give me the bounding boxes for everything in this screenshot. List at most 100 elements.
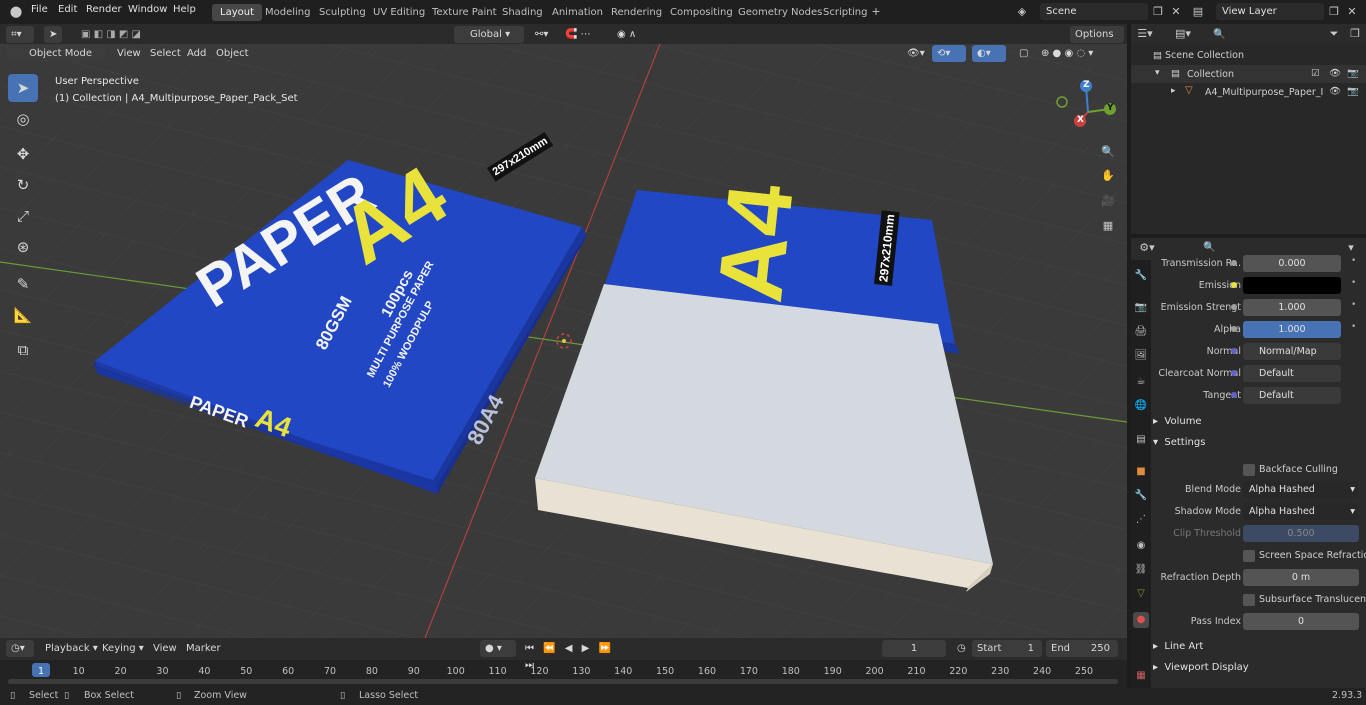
xray-icon[interactable]: ▢ — [1014, 45, 1032, 62]
outliner-search-input[interactable]: 🔍 — [1207, 26, 1319, 43]
playback-controls[interactable]: ⏮ ⏪ ◀ ▶ ⏩ ⏭ — [520, 640, 630, 671]
ssr-row[interactable]: Screen Space Refraction — [1151, 546, 1366, 566]
collection-row[interactable]: ▾ ▤ Collection ☑ 👁 📷 — [1131, 65, 1366, 83]
select-box-icon[interactable]: ➤ — [8, 74, 38, 102]
sss-row[interactable]: Subsurface Translucency — [1151, 590, 1366, 610]
material-prop-field[interactable]: 1.000 — [1231, 321, 1341, 338]
socket-dot-icon[interactable] — [1231, 370, 1237, 376]
filter-icon[interactable]: ⏷ — [1326, 26, 1342, 42]
add-workspace-icon[interactable]: + — [868, 4, 884, 20]
clock-icon[interactable]: ◷ — [952, 640, 970, 657]
copy-view-layer-icon[interactable]: ❐ — [1326, 4, 1342, 20]
keyframe-dot-icon[interactable]: • — [1351, 256, 1356, 266]
object-eye-icon[interactable]: 👁 — [1329, 86, 1341, 97]
current-frame-field[interactable]: 1 — [882, 640, 946, 657]
tab-texture-paint[interactable]: Texture Paint — [424, 4, 505, 21]
tab-rendering[interactable]: Rendering — [603, 4, 670, 21]
modifier-tab-icon[interactable]: 🔧 — [1133, 488, 1149, 504]
annotate-tool-icon[interactable]: ✎ — [8, 270, 38, 298]
socket-dot-icon[interactable] — [1231, 260, 1237, 266]
volume-section[interactable]: ▸ Volume — [1153, 416, 1202, 427]
tool-select-icon[interactable]: ➤ — [44, 26, 62, 43]
tab-uv-editing[interactable]: UV Editing — [365, 4, 433, 21]
tab-shading[interactable]: Shading — [494, 4, 551, 21]
menu-select[interactable]: Select — [145, 45, 186, 62]
menu-file[interactable]: File — [31, 4, 48, 15]
visibility-icon[interactable]: 👁▾ — [902, 45, 930, 62]
refraction-depth-field[interactable]: 0 m — [1243, 569, 1359, 586]
menu-object[interactable]: Object — [211, 45, 254, 62]
scene-field[interactable]: Scene — [1040, 3, 1148, 20]
output-tab-icon[interactable]: 🖨 — [1133, 324, 1149, 340]
tab-scripting[interactable]: Scripting — [815, 4, 875, 21]
menu-help[interactable]: Help — [173, 4, 196, 15]
transform-tool-icon[interactable]: ⊛ — [8, 233, 38, 261]
render-tab-icon[interactable]: 📷 — [1133, 300, 1149, 316]
record-button[interactable]: ● ▾ — [480, 640, 516, 657]
shading-mode-icons[interactable]: ⊕ ● ◉ ◌ ▾ — [1036, 45, 1122, 62]
keyframe-dot-icon[interactable]: • — [1351, 278, 1356, 288]
socket-dot-icon[interactable] — [1231, 282, 1237, 288]
3d-viewport[interactable]: PAPER A4 297x210mm 80GSM 100pcs MULTI PU… — [0, 44, 1127, 638]
constraints-tab-icon[interactable]: ⛓ — [1133, 562, 1149, 578]
blender-logo-icon[interactable]: ⬤ — [8, 4, 24, 20]
particles-tab-icon[interactable]: ⋰ — [1133, 512, 1149, 528]
menu-add[interactable]: Add — [182, 45, 211, 62]
editor-type-button[interactable]: ⌗▾ — [6, 26, 34, 43]
menu-render[interactable]: Render — [86, 4, 122, 15]
object-tab-icon[interactable]: ■ — [1133, 464, 1149, 480]
collection-camera-icon[interactable]: 📷 — [1347, 68, 1359, 79]
menu-playback[interactable]: Playback ▾ — [40, 640, 103, 657]
collection-expand-icon[interactable]: ▾ — [1155, 68, 1160, 78]
move-tool-icon[interactable]: ✥ — [8, 140, 38, 168]
texture-tab-icon[interactable]: ▦ — [1133, 668, 1149, 684]
data-tab-icon[interactable]: ▽ — [1133, 586, 1149, 602]
material-prop-field[interactable]: Normal/Map — [1231, 343, 1341, 360]
physics-tab-icon[interactable]: ◉ — [1133, 538, 1149, 554]
tab-layout[interactable]: Layout — [212, 4, 262, 21]
tab-compositing[interactable]: Compositing — [662, 4, 741, 21]
collection-checkbox-icon[interactable]: ☑ — [1311, 68, 1320, 79]
view-layer-icon[interactable]: ▤ — [1190, 4, 1206, 20]
object-camera-icon[interactable]: 📷 — [1347, 86, 1359, 97]
display-mode-icon[interactable]: ▤▾ — [1175, 26, 1191, 42]
menu-edit[interactable]: Edit — [58, 4, 77, 15]
backface-checkbox[interactable] — [1243, 464, 1255, 476]
material-prop-field[interactable]: 0.000 — [1231, 255, 1341, 272]
copy-scene-icon[interactable]: ❐ — [1150, 4, 1166, 20]
new-collection-icon[interactable]: ❐ — [1347, 26, 1363, 42]
collection-eye-icon[interactable]: 👁 — [1329, 68, 1341, 79]
close-scene-icon[interactable]: ✕ — [1168, 4, 1184, 20]
material-prop-field[interactable]: Default — [1231, 387, 1341, 404]
menu-marker[interactable]: Marker — [181, 640, 226, 657]
start-frame-field[interactable]: Start 1 — [972, 640, 1042, 657]
camera-icon[interactable]: 🎥 — [1100, 193, 1116, 209]
snap-icon[interactable]: 🧲 ⋯ — [560, 26, 608, 43]
material-prop-field[interactable]: Default — [1231, 365, 1341, 382]
options-dropdown[interactable]: Options ▾ — [1070, 26, 1124, 57]
backface-row[interactable]: Backface Culling — [1151, 460, 1366, 480]
material-prop-field[interactable]: 1.000 — [1231, 299, 1341, 316]
timeline-editor-icon[interactable]: ◷▾ — [6, 640, 34, 657]
outliner-editor-icon[interactable]: ☰▾ — [1137, 26, 1153, 42]
socket-dot-icon[interactable] — [1231, 348, 1237, 354]
ssr-checkbox[interactable] — [1243, 550, 1255, 562]
menu-window[interactable]: Window — [128, 4, 167, 15]
tab-animation[interactable]: Animation — [544, 4, 611, 21]
scene-icon[interactable]: ◈ — [1014, 4, 1030, 20]
collection-tab-icon[interactable]: ▤ — [1133, 432, 1149, 448]
scene-collection-row[interactable]: ▤ Scene Collection — [1153, 50, 1244, 61]
scene-tab-icon[interactable]: ☕ — [1133, 374, 1149, 390]
rotate-tool-icon[interactable]: ↻ — [8, 171, 38, 199]
end-frame-field[interactable]: End 250 — [1046, 640, 1118, 657]
object-mode-dropdown[interactable]: Object Mode — [7, 45, 105, 62]
socket-dot-icon[interactable] — [1231, 304, 1237, 310]
cursor-tool-icon[interactable]: ◎ — [8, 105, 38, 133]
add-cube-tool-icon[interactable]: ⧉ — [8, 336, 38, 364]
socket-dot-icon[interactable] — [1231, 392, 1237, 398]
pass-index-field[interactable]: 0 — [1243, 613, 1359, 630]
view-layer-tab-icon[interactable]: 🖼 — [1133, 348, 1149, 364]
socket-dot-icon[interactable] — [1231, 326, 1237, 332]
menu-keying[interactable]: Keying ▾ — [97, 640, 149, 657]
menu-view[interactable]: View — [112, 45, 146, 62]
